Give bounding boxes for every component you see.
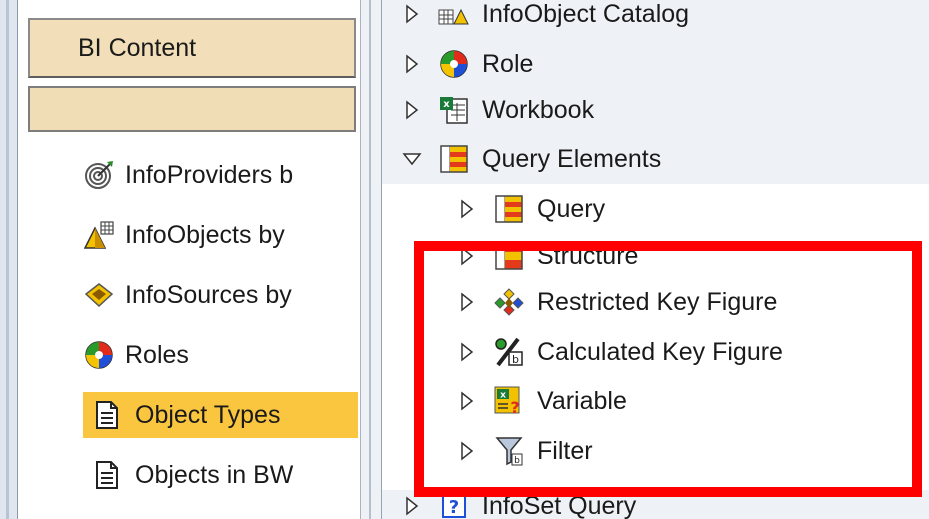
expand-triangle-icon[interactable] bbox=[402, 53, 422, 75]
object-tree: InfoObject Catalog Role x Workbook Query… bbox=[382, 0, 929, 519]
empty-tab[interactable] bbox=[28, 86, 356, 132]
infoobject-catalog-icon bbox=[438, 0, 470, 30]
document-icon bbox=[91, 459, 123, 491]
tree-node-label: Role bbox=[482, 49, 534, 78]
expand-triangle-icon[interactable] bbox=[457, 198, 477, 220]
tree-node-restricted-key-figure[interactable]: Restricted Key Figure bbox=[457, 282, 777, 322]
tree-node-query[interactable]: Query bbox=[457, 189, 605, 229]
nav-item-label: InfoSources by bbox=[125, 280, 292, 309]
tree-node-filter[interactable]: b Filter bbox=[457, 431, 593, 471]
collapse-triangle-icon[interactable] bbox=[402, 148, 422, 170]
tree-node-label: InfoSet Query bbox=[482, 491, 637, 519]
tree-node-label: Variable bbox=[537, 386, 627, 415]
nav-item-infoproviders[interactable]: InfoProviders b bbox=[83, 152, 358, 198]
tree-node-label: Calculated Key Figure bbox=[537, 337, 783, 366]
infoobject-icon bbox=[83, 219, 115, 251]
tree-node-label: Structure bbox=[537, 241, 639, 270]
nav-item-label: InfoObjects by bbox=[125, 220, 285, 249]
expand-triangle-icon[interactable] bbox=[457, 291, 477, 313]
nav-item-label: Roles bbox=[125, 340, 189, 369]
workbook-icon: x bbox=[438, 94, 470, 126]
tree-node-query-elements[interactable]: Query Elements bbox=[402, 139, 661, 179]
target-icon bbox=[83, 159, 115, 191]
nav-item-objects-in-bw[interactable]: Objects in BW bbox=[83, 452, 358, 498]
nav-item-label: Objects in BW bbox=[135, 460, 294, 489]
structure-icon bbox=[493, 240, 525, 272]
left-navigation-pane: BI Content InfoProviders b InfoObjects b… bbox=[0, 0, 367, 519]
tree-node-label: InfoObject Catalog bbox=[482, 0, 690, 28]
tree-node-role[interactable]: Role bbox=[402, 44, 533, 84]
svg-text:x: x bbox=[500, 391, 506, 401]
tree-node-structure[interactable]: Structure bbox=[457, 236, 638, 276]
query-icon bbox=[493, 193, 525, 225]
svg-text:?: ? bbox=[510, 398, 519, 416]
tree-node-infoset-query[interactable]: ? InfoSet Query bbox=[402, 486, 636, 519]
nav-item-roles[interactable]: Roles bbox=[83, 332, 358, 378]
expand-triangle-icon[interactable] bbox=[402, 99, 422, 121]
bi-content-label: BI Content bbox=[78, 34, 197, 62]
role-icon bbox=[83, 339, 115, 371]
bi-content-tab[interactable]: BI Content bbox=[28, 18, 356, 78]
tree-node-infoobject-catalog[interactable]: InfoObject Catalog bbox=[402, 0, 689, 34]
tree-node-variable[interactable]: x ? Variable bbox=[457, 381, 627, 421]
expand-triangle-icon[interactable] bbox=[457, 440, 477, 462]
document-icon bbox=[91, 399, 123, 431]
restricted-key-figure-icon bbox=[493, 286, 525, 318]
expand-triangle-icon[interactable] bbox=[402, 3, 422, 25]
tree-node-label: Query bbox=[537, 194, 606, 223]
tree-node-label: Query Elements bbox=[482, 144, 662, 173]
nav-item-label: Object Types bbox=[135, 400, 281, 429]
nav-item-infoobjects[interactable]: InfoObjects by bbox=[83, 212, 358, 258]
svg-text:?: ? bbox=[449, 497, 459, 518]
expand-triangle-icon[interactable] bbox=[457, 390, 477, 412]
tree-node-workbook[interactable]: x Workbook bbox=[402, 90, 594, 130]
svg-text:b: b bbox=[512, 353, 519, 366]
infoset-query-icon: ? bbox=[438, 490, 470, 519]
left-frame-border bbox=[0, 0, 18, 519]
expand-triangle-icon[interactable] bbox=[457, 341, 477, 363]
nav-item-label: InfoProviders b bbox=[125, 160, 294, 189]
nav-item-infosources[interactable]: InfoSources by bbox=[83, 272, 358, 318]
tree-node-label: Filter bbox=[537, 436, 593, 465]
query-icon bbox=[438, 143, 470, 175]
filter-icon: b bbox=[493, 435, 525, 467]
pane-splitter[interactable] bbox=[360, 0, 382, 519]
tree-node-label: Restricted Key Figure bbox=[537, 287, 778, 316]
svg-text:b: b bbox=[514, 456, 520, 466]
role-icon bbox=[438, 48, 470, 80]
tree-node-calculated-key-figure[interactable]: b Calculated Key Figure bbox=[457, 332, 783, 372]
expand-triangle-icon[interactable] bbox=[457, 245, 477, 267]
variable-icon: x ? bbox=[493, 385, 525, 417]
nav-item-object-types[interactable]: Object Types bbox=[83, 392, 358, 438]
calculated-key-figure-icon: b bbox=[493, 336, 525, 368]
tree-node-label: Workbook bbox=[482, 95, 595, 124]
expand-triangle-icon[interactable] bbox=[402, 495, 422, 517]
svg-text:x: x bbox=[443, 99, 450, 110]
infosource-icon bbox=[83, 279, 115, 311]
